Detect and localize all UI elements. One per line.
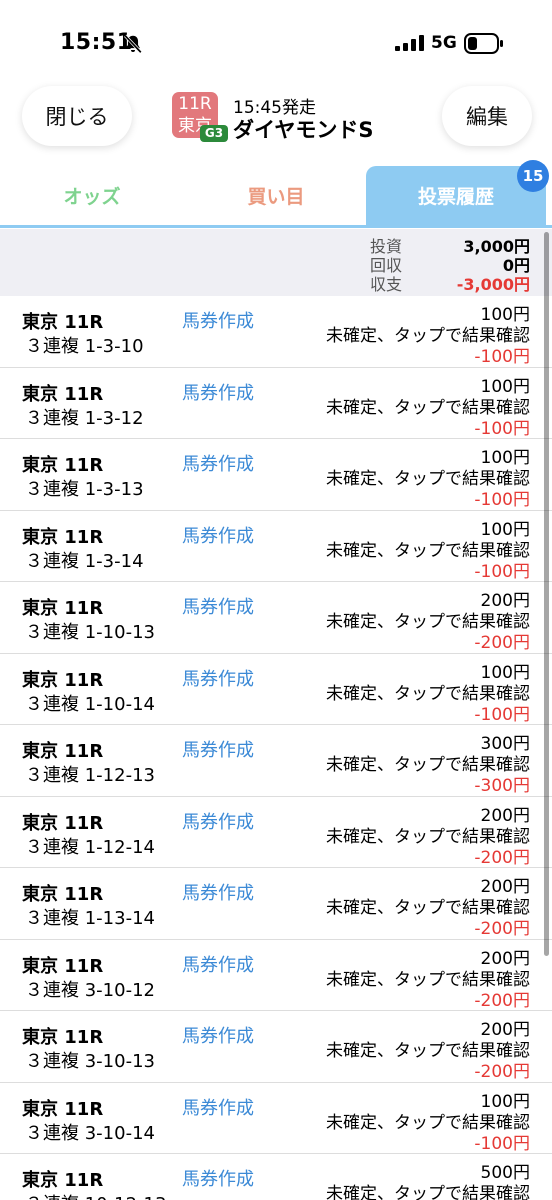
ticket-balance: -100円 [474, 1133, 530, 1154]
history-count-badge: 15 [517, 160, 549, 192]
ticket-row[interactable]: 東京 11R ３連複 1-3-12 馬券作成 100円 未確定、タップで結果確認 -100… [0, 368, 552, 439]
ticket-bet: ３連複 1-3-12 [25, 407, 144, 429]
ticket-race: 東京 11R [22, 955, 104, 977]
ticket-bet: ３連複 1-3-13 [25, 479, 144, 500]
ticket-bet: ３連複 10-12-13 [25, 1190, 166, 1200]
bell-muted-icon [124, 34, 142, 54]
grade-badge: G3 [200, 125, 228, 142]
ticket-balance: -100円 [474, 490, 530, 510]
ticket-bet: ３連複 3-10-14 [25, 1122, 155, 1144]
ticket-bet: ３連複 1-12-13 [25, 765, 155, 786]
create-ticket-link[interactable]: 馬券作成 [182, 808, 254, 834]
create-ticket-link[interactable]: 馬券作成 [182, 951, 254, 977]
ticket-row[interactable]: 東京 11R ３連複 1-13-14 馬券作成 200円 未確定、タップで結果確認 -20… [0, 868, 552, 940]
ticket-row[interactable]: 東京 11R ３連複 1-3-10 馬券作成 100円 未確定、タップで結果確認 -100… [0, 296, 552, 368]
battery-icon [464, 33, 503, 54]
ticket-row[interactable]: 東京 11R ３連複 1-12-13 馬券作成 300円 未確定、タップで結果確認 -30… [0, 725, 552, 797]
ticket-row[interactable]: 東京 11R ３連複 1-3-13 馬券作成 100円 未確定、タップで結果確認 -100… [0, 439, 552, 511]
ticket-race: 東京 11R [22, 741, 104, 762]
ticket-bet: ３連複 1-10-14 [25, 693, 155, 715]
ticket-balance: -200円 [474, 633, 530, 653]
ticket-race: 東京 11R [22, 669, 104, 691]
ticket-race: 東京 11R [22, 1170, 104, 1191]
create-ticket-link[interactable]: 馬券作成 [182, 593, 254, 619]
create-ticket-link[interactable]: 馬券作成 [182, 450, 254, 476]
ticket-balance: -200円 [474, 847, 530, 868]
close-button[interactable]: 閉じる [22, 86, 132, 146]
create-ticket-link[interactable]: 馬券作成 [182, 1022, 254, 1048]
ticket-balance: -200円 [474, 919, 530, 939]
race-number: 11R [178, 94, 212, 114]
ticket-race: 東京 11R [22, 598, 104, 619]
ticket-race: 東京 11R [22, 812, 104, 834]
ticket-bet: ３連複 1-10-13 [25, 622, 155, 643]
ticket-race: 東京 11R [22, 884, 104, 905]
ticket-row[interactable]: 東京 11R ３連複 3-10-12 馬券作成 200円 未確定、タップで結果確認 -20… [0, 940, 552, 1011]
ticket-row[interactable]: 東京 11R ３連複 3-10-14 馬券作成 100円 未確定、タップで結果確認 -10… [0, 1083, 552, 1154]
ticket-row[interactable]: 東京 11R ３連複 1-12-14 馬券作成 200円 未確定、タップで結果確認 -20… [0, 797, 552, 868]
create-ticket-link[interactable]: 馬券作成 [182, 1094, 254, 1120]
status-bar: 15:51 5G [0, 0, 552, 80]
ticket-list[interactable]: 東京 11R ３連複 1-3-10 馬券作成 100円 未確定、タップで結果確認 -100… [0, 296, 552, 1200]
tab-odds[interactable]: オッズ [0, 166, 184, 225]
ticket-race: 東京 11R [22, 455, 104, 476]
ticket-bet: ３連複 1-12-14 [25, 836, 155, 858]
create-ticket-link[interactable]: 馬券作成 [182, 879, 254, 905]
ticket-row[interactable]: 東京 11R ３連複 3-10-13 馬券作成 200円 未確定、タップで結果確認 -20… [0, 1011, 552, 1083]
create-ticket-link[interactable]: 馬券作成 [182, 665, 254, 691]
race-name: ダイヤモンドS [233, 118, 374, 142]
balance-value: -3,000円 [456, 275, 530, 294]
tab-picks[interactable]: 買い目 [184, 166, 368, 225]
ticket-row[interactable]: 東京 11R ３連複 1-10-14 馬券作成 100円 未確定、タップで結果確認 -10… [0, 654, 552, 725]
summary-invest: 投資 3,000円 [370, 233, 530, 256]
network-type: 5G [431, 33, 457, 53]
create-ticket-link[interactable]: 馬券作成 [182, 1165, 254, 1191]
ticket-bet: ３連複 1-13-14 [25, 908, 155, 929]
summary-panel: 投資 3,000円 回収 0円 収支 -3,000円 [0, 229, 552, 296]
ticket-balance: -300円 [474, 776, 530, 796]
create-ticket-link[interactable]: 馬券作成 [182, 307, 254, 333]
ticket-balance: -200円 [474, 1062, 530, 1082]
ticket-balance: -100円 [474, 418, 530, 439]
create-ticket-link[interactable]: 馬券作成 [182, 522, 254, 548]
create-ticket-link[interactable]: 馬券作成 [182, 736, 254, 762]
edit-button[interactable]: 編集 [442, 86, 532, 146]
signal-strength-icon [395, 35, 424, 51]
ticket-balance: -100円 [474, 704, 530, 725]
ticket-balance: -200円 [474, 990, 530, 1011]
race-header: 閉じる 11R 東京 G3 15:45発走 ダイヤモンドS 編集 [0, 80, 552, 168]
ticket-balance: -100円 [474, 347, 530, 367]
create-ticket-link[interactable]: 馬券作成 [182, 379, 254, 405]
ticket-row[interactable]: 東京 11R３連複 10-12-13馬券作成500円未確定、タップで結果確認 [0, 1154, 552, 1200]
summary-balance: 収支 -3,000円 [370, 271, 530, 294]
ticket-race: 東京 11R [22, 383, 104, 405]
ticket-row[interactable]: 東京 11R ３連複 1-10-13 馬券作成 200円 未確定、タップで結果確認 -20… [0, 582, 552, 654]
ticket-bet: ３連複 1-3-14 [25, 550, 144, 572]
tab-bar: オッズ 買い目 投票履歴 [0, 166, 552, 228]
summary-return: 回収 0円 [370, 252, 530, 275]
ticket-status: 未確定、タップで結果確認 [326, 1184, 530, 1200]
ticket-bet: ３連複 3-10-13 [25, 1051, 155, 1072]
ticket-race: 東京 11R [22, 1098, 104, 1120]
ticket-row[interactable]: 東京 11R ３連複 1-3-14 馬券作成 100円 未確定、タップで結果確認 -100… [0, 511, 552, 582]
balance-label: 収支 [370, 275, 403, 294]
ticket-balance: -100円 [474, 561, 530, 582]
ticket-bet: ３連複 3-10-12 [25, 979, 155, 1001]
scrollbar[interactable] [544, 232, 549, 956]
ticket-race: 東京 11R [22, 312, 104, 333]
ticket-bet: ３連複 1-3-10 [25, 336, 144, 357]
ticket-race: 東京 11R [22, 526, 104, 548]
ticket-race: 東京 11R [22, 1027, 104, 1048]
